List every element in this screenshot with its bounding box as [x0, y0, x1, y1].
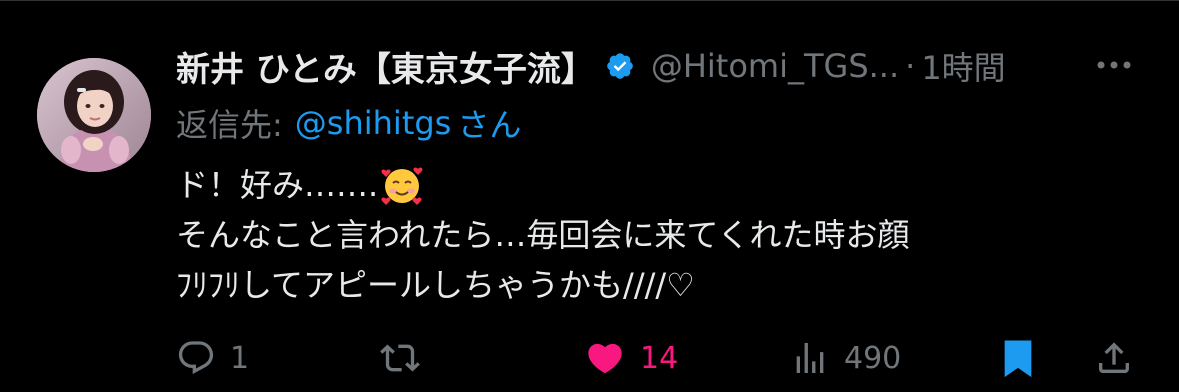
text-line-3: ﾌﾘﾌﾘしてアピールしちゃうかも////♡ — [176, 266, 695, 304]
share-button[interactable] — [1094, 330, 1134, 386]
timestamp[interactable]: 1時間 — [921, 43, 1005, 89]
text-line-1: ド！好み……. — [176, 166, 379, 204]
share-icon — [1094, 338, 1134, 378]
text-line: ド！好み……. — [176, 160, 1156, 210]
display-name[interactable]: 新井 ひとみ【東京女子流】 — [176, 42, 595, 91]
divider — [0, 0, 1179, 1]
more-options-icon[interactable] — [1094, 50, 1134, 80]
reply-prefix: 返信先: — [176, 106, 283, 144]
bookmark-icon — [998, 336, 1038, 380]
action-bar: 1 14 490 — [0, 330, 1179, 386]
views-chart-icon — [790, 338, 830, 378]
user-handle[interactable]: @Hitomi_TGS... — [651, 47, 899, 85]
tweet-text: ド！好み……. そんなこと言われたら…毎回会に来てくれた時お顔 ﾌﾘﾌﾘしてアピ… — [176, 160, 1156, 310]
views-count: 490 — [844, 340, 902, 376]
reply-button[interactable]: 1 — [176, 330, 249, 386]
reply-context: 返信先: @shihitgs さん — [176, 98, 521, 148]
smiling-face-with-hearts-icon — [380, 163, 424, 207]
verified-badge-icon — [605, 51, 635, 81]
heart-icon — [584, 338, 626, 378]
reply-icon — [176, 338, 216, 378]
separator: · — [905, 47, 916, 85]
reply-to-link[interactable]: @shihitgs — [295, 104, 452, 142]
retweet-button[interactable] — [380, 330, 434, 386]
views-button[interactable]: 490 — [790, 330, 901, 386]
reply-count: 1 — [230, 340, 250, 376]
like-count: 14 — [640, 340, 679, 376]
bookmark-button[interactable] — [998, 330, 1038, 386]
text-line: そんなこと言われたら…毎回会に来てくれた時お顔 — [176, 210, 1156, 260]
like-button[interactable]: 14 — [584, 330, 678, 386]
retweet-icon — [380, 338, 420, 378]
tweet[interactable]: 新井 ひとみ【東京女子流】 @Hitomi_TGS... · 1時間 返信先: … — [0, 0, 1179, 392]
avatar[interactable] — [37, 58, 151, 172]
reply-suffix: さん — [457, 106, 522, 144]
text-line-2: そんなこと言われたら…毎回会に来てくれた時お顔 — [176, 216, 910, 254]
tweet-header: 新井 ひとみ【東京女子流】 @Hitomi_TGS... · 1時間 — [176, 38, 1006, 94]
text-line: ﾌﾘﾌﾘしてアピールしちゃうかも////♡ — [176, 260, 1156, 310]
avatar-image — [37, 58, 151, 172]
